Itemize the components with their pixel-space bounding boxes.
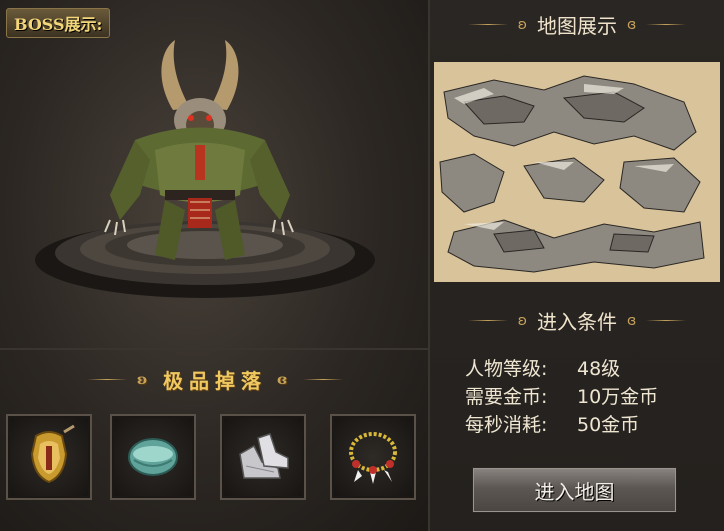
divider-ornament bbox=[86, 379, 127, 380]
map-title-text: 地图展示 bbox=[537, 14, 617, 38]
condition-value: 10万金币 bbox=[577, 386, 659, 408]
condition-label: 需要金币: bbox=[465, 386, 548, 408]
condition-value: 50金币 bbox=[577, 414, 640, 436]
map-terrain bbox=[434, 62, 720, 282]
jade-bracelet-icon bbox=[128, 438, 178, 476]
condition-label: 每秒消耗: bbox=[465, 414, 548, 436]
divider-ornament bbox=[646, 320, 687, 321]
silver-boots-icon bbox=[239, 433, 289, 479]
swirl-ornament-icon: ʚ bbox=[517, 16, 527, 33]
swirl-ornament-icon: ʚ bbox=[517, 312, 527, 329]
swirl-ornament-icon: ɞ bbox=[627, 16, 637, 33]
condition-row-cost: 每秒消耗: 50金币 bbox=[465, 411, 658, 439]
entry-conditions-list: 人物等级: 48级 需要金币: 10万金币 每秒消耗: 50金币 bbox=[465, 355, 658, 439]
condition-row-level: 人物等级: 48级 bbox=[465, 355, 658, 383]
drops-section-title: ʚ 极品掉落 ɞ bbox=[0, 365, 430, 394]
drop-item-slot[interactable] bbox=[110, 414, 196, 500]
boss-display-panel: BOSS展示: ʚ 极品掉落 ɞ bbox=[0, 0, 430, 531]
condition-row-gold: 需要金币: 10万金币 bbox=[465, 383, 658, 411]
map-preview-image bbox=[434, 62, 720, 282]
swirl-ornament-icon: ɞ bbox=[627, 312, 637, 329]
golden-armor-icon bbox=[30, 424, 75, 484]
drops-title-text: 极品掉落 bbox=[163, 369, 267, 393]
map-section-title: ʚ 地图展示 ɞ bbox=[430, 10, 724, 39]
divider-ornament bbox=[467, 24, 508, 25]
gem-necklace-icon bbox=[349, 432, 397, 484]
conditions-section-title: ʚ 进入条件 ɞ bbox=[430, 306, 724, 335]
drop-item-slot[interactable] bbox=[330, 414, 416, 500]
divider-ornament bbox=[646, 24, 687, 25]
section-divider bbox=[0, 348, 430, 350]
drop-item-slot[interactable] bbox=[220, 414, 306, 500]
divider-ornament bbox=[467, 320, 508, 321]
swirl-ornament-icon: ɞ bbox=[277, 371, 294, 388]
conditions-title-text: 进入条件 bbox=[537, 310, 617, 334]
drop-item-slot[interactable] bbox=[6, 414, 92, 500]
boss-monster-image bbox=[104, 40, 294, 260]
enter-map-button[interactable]: 进入地图 bbox=[472, 467, 677, 513]
condition-label: 人物等级: bbox=[465, 358, 548, 380]
swirl-ornament-icon: ʚ bbox=[136, 371, 153, 388]
condition-value: 48级 bbox=[577, 358, 621, 380]
divider-ornament bbox=[303, 379, 344, 380]
